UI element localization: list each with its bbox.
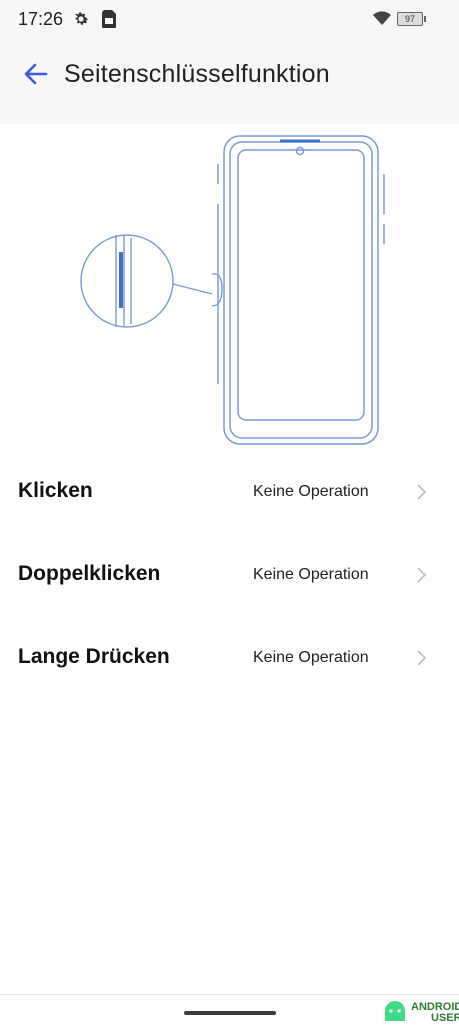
chevron-right-icon [415,648,427,673]
side-key-illustration [0,124,459,454]
option-label: Doppelklicken [18,562,161,585]
android-robot-icon [385,1001,405,1021]
page-title: Seitenschlüsselfunktion [64,60,330,88]
back-arrow-icon[interactable] [22,60,50,88]
app-bar: Seitenschlüsselfunktion [0,38,459,124]
sim-card-icon [102,10,116,33]
wifi-icon [373,11,391,30]
option-label: Lange Drücken [18,645,170,668]
status-time: 17:26 [18,9,64,29]
watermark-line2: USER [431,1012,459,1024]
watermark-logo: ANDROID USER [381,999,459,1024]
nav-divider [0,994,459,995]
phone-outline [217,135,385,445]
option-value: Keine Operation [253,483,369,500]
side-key-zoom [80,234,223,328]
home-gesture-bar[interactable] [184,1011,276,1015]
chevron-right-icon [415,565,427,590]
battery-indicator: 97 [397,12,426,26]
option-value: Keine Operation [253,566,369,583]
chevron-right-icon [415,482,427,507]
status-bar: 17:26 97 [0,0,459,38]
option-row-doppelklicken[interactable]: Doppelklicken Keine Operation [0,536,459,619]
option-row-lange-druecken[interactable]: Lange Drücken Keine Operation [0,619,459,702]
settings-gear-icon [72,10,90,33]
option-label: Klicken [18,479,93,502]
option-value: Keine Operation [253,649,369,666]
option-row-klicken[interactable]: Klicken Keine Operation [0,453,459,536]
